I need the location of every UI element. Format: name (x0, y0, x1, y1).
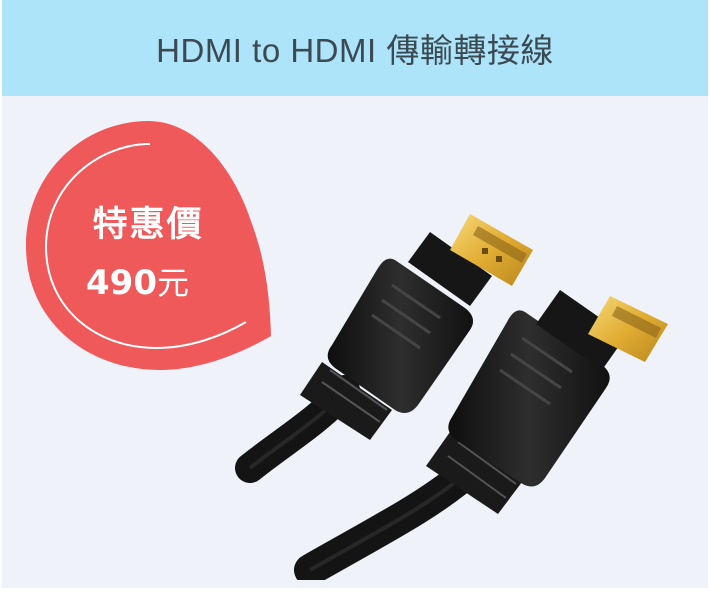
hdmi-cable-image (235, 214, 668, 580)
price-unit: 元 (156, 264, 189, 302)
title-bar: HDMI to HDMI 傳輸轉接線 (2, 0, 708, 96)
page-title: HDMI to HDMI 傳輸轉接線 (156, 32, 554, 69)
badge-price: 490元 (86, 258, 189, 304)
product-card: HDMI to HDMI 傳輸轉接線 特惠價 490元 (0, 0, 710, 591)
price-value: 490 (86, 263, 157, 303)
badge-label: 特惠價 (92, 205, 204, 245)
